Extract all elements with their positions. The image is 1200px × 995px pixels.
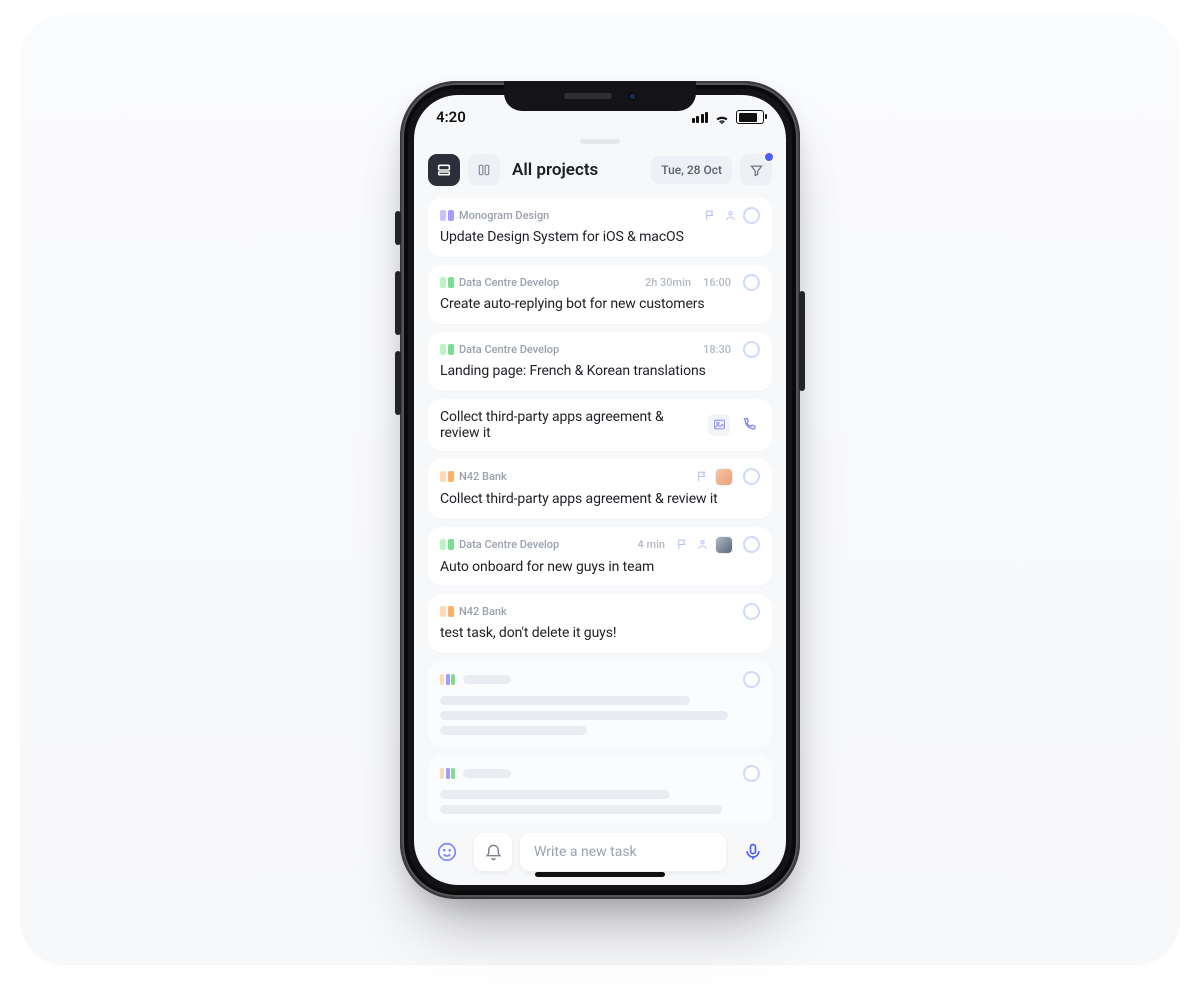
attachment-image-chip[interactable] xyxy=(708,414,730,436)
project-chip[interactable]: N42 Bank xyxy=(440,605,507,618)
task-card[interactable]: Data Centre Develop 4 min Auto onboard f… xyxy=(428,527,772,587)
avatar xyxy=(715,468,733,486)
project-chip[interactable]: Data Centre Develop xyxy=(440,538,559,551)
project-name: Data Centre Develop xyxy=(459,538,559,551)
flag-icon xyxy=(703,209,717,223)
project-badge xyxy=(440,471,454,482)
assignee-icon xyxy=(723,209,737,223)
project-name: N42 Bank xyxy=(459,470,507,483)
task-checkbox[interactable] xyxy=(743,341,760,358)
project-badge xyxy=(440,539,454,550)
volume-up-button xyxy=(395,271,401,335)
artboard: 4:20 All projects Tue xyxy=(20,15,1180,965)
project-chip[interactable]: Monogram Design xyxy=(440,209,549,222)
page-title: All projects xyxy=(512,160,643,180)
project-chip[interactable]: Data Centre Develop xyxy=(440,343,559,356)
cellular-signal-icon xyxy=(692,112,709,123)
home-indicator[interactable] xyxy=(535,872,665,877)
project-name: Data Centre Develop xyxy=(459,276,559,289)
task-checkbox xyxy=(743,671,760,688)
task-title: Update Design System for iOS & macOS xyxy=(440,228,760,247)
task-checkbox[interactable] xyxy=(743,603,760,620)
project-badge xyxy=(440,674,455,685)
view-cards-button[interactable] xyxy=(428,154,460,186)
task-checkbox[interactable] xyxy=(743,468,760,485)
project-name: Data Centre Develop xyxy=(459,343,559,356)
wifi-icon xyxy=(714,111,730,123)
flag-icon xyxy=(675,538,689,552)
voice-input-button[interactable] xyxy=(734,833,772,871)
notifications-button[interactable] xyxy=(474,833,512,871)
battery-icon xyxy=(736,110,764,124)
mute-switch xyxy=(395,211,401,245)
statusbar-right xyxy=(692,110,765,124)
task-title: Collect third-party apps agreement & rev… xyxy=(440,409,700,441)
task-duration: 2h 30min xyxy=(645,276,691,289)
task-time: 16:00 xyxy=(703,276,731,289)
task-time: 18:30 xyxy=(703,343,731,356)
project-chip[interactable]: Data Centre Develop xyxy=(440,276,559,289)
project-badge xyxy=(440,277,454,288)
view-columns-button[interactable] xyxy=(468,154,500,186)
task-checkbox[interactable] xyxy=(743,536,760,553)
task-duration: 4 min xyxy=(638,538,666,551)
sheet-grabber[interactable] xyxy=(580,139,620,144)
task-card[interactable]: Monogram Design Update Design System for… xyxy=(428,198,772,257)
task-card[interactable]: Data Centre Develop 18:30 Landing page: … xyxy=(428,332,772,391)
power-button xyxy=(799,291,805,391)
assignee-icon xyxy=(695,538,709,552)
phone-frame: 4:20 All projects Tue xyxy=(400,81,800,899)
project-badge xyxy=(440,344,454,355)
project-badge xyxy=(440,210,454,221)
task-title: Landing page: French & Korean translatio… xyxy=(440,362,760,381)
task-card-skeleton xyxy=(428,661,772,747)
flag-icon xyxy=(695,470,709,484)
task-list[interactable]: Monogram Design Update Design System for… xyxy=(414,198,786,823)
project-chip[interactable]: N42 Bank xyxy=(440,470,507,483)
project-badge xyxy=(440,768,455,779)
emoji-button[interactable] xyxy=(428,833,466,871)
speaker-grille xyxy=(564,93,612,99)
new-task-input[interactable]: Write a new task xyxy=(520,833,726,871)
project-badge xyxy=(440,606,454,617)
task-checkbox[interactable] xyxy=(743,274,760,291)
front-camera xyxy=(628,92,637,101)
date-pill[interactable]: Tue, 28 Oct xyxy=(651,156,732,184)
task-card-skeleton xyxy=(428,755,772,823)
task-title: Create auto-replying bot for new custome… xyxy=(440,295,760,314)
filter-active-dot xyxy=(763,151,775,163)
call-icon[interactable] xyxy=(738,414,760,436)
task-checkbox xyxy=(743,765,760,782)
screen: 4:20 All projects Tue xyxy=(414,95,786,885)
task-checkbox[interactable] xyxy=(743,207,760,224)
task-card[interactable]: N42 Bank Collect third-party apps agreem… xyxy=(428,459,772,519)
task-card[interactable]: N42 Bank test task, don't delete it guys… xyxy=(428,594,772,653)
task-title: Auto onboard for new guys in team xyxy=(440,558,760,577)
project-name: N42 Bank xyxy=(459,605,507,618)
header: All projects Tue, 28 Oct xyxy=(414,148,786,198)
task-title: Collect third-party apps agreement & rev… xyxy=(440,490,760,509)
avatar xyxy=(715,536,733,554)
task-title: test task, don't delete it guys! xyxy=(440,624,760,643)
statusbar-time: 4:20 xyxy=(436,108,466,126)
project-name: Monogram Design xyxy=(459,209,549,222)
task-card[interactable]: Collect third-party apps agreement & rev… xyxy=(428,399,772,451)
new-task-placeholder: Write a new task xyxy=(534,844,637,860)
volume-down-button xyxy=(395,351,401,415)
notch xyxy=(504,81,696,111)
task-card[interactable]: Data Centre Develop 2h 30min 16:00 Creat… xyxy=(428,265,772,324)
